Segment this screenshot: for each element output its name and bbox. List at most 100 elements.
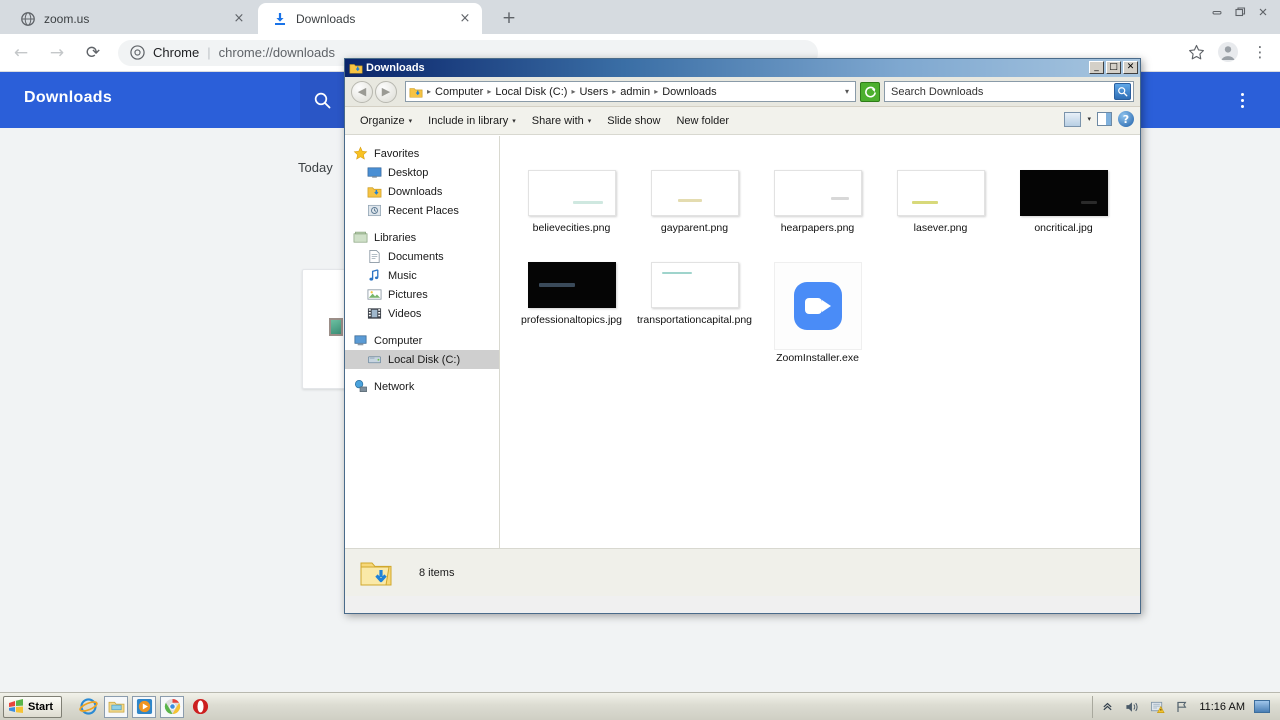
image-thumbnail: [527, 262, 616, 308]
sidebar-item-libraries[interactable]: Libraries: [345, 228, 499, 247]
sidebar-item-pictures[interactable]: Pictures: [345, 285, 499, 304]
chevron-down-icon: ▾: [512, 116, 516, 125]
close-icon[interactable]: ×: [458, 12, 472, 26]
quick-launch-bar: [76, 695, 212, 718]
close-button[interactable]: [1252, 1, 1274, 23]
back-button[interactable]: ◀: [351, 80, 373, 103]
file-item[interactable]: professionaltopics.jpg: [510, 258, 633, 365]
start-button[interactable]: Start: [3, 695, 63, 718]
volume-icon[interactable]: [1124, 699, 1140, 715]
browser-tab-downloads[interactable]: Downloads ×: [258, 3, 482, 34]
restore-button[interactable]: [1229, 1, 1251, 23]
help-icon[interactable]: ?: [1118, 111, 1134, 127]
breadcrumb-separator[interactable]: ▸: [611, 87, 617, 96]
chrome-menu-icon[interactable]: ⋮: [1246, 38, 1274, 66]
sidebar-item-label: Music: [388, 269, 417, 282]
sidebar-item-network[interactable]: Network: [345, 377, 499, 396]
view-layout-icon[interactable]: [1064, 111, 1082, 127]
show-desktop-button[interactable]: [1254, 700, 1270, 713]
show-hidden-icons-button[interactable]: [1099, 699, 1115, 715]
minimize-button[interactable]: _: [1089, 61, 1104, 74]
breadcrumb-computer[interactable]: Computer: [433, 86, 485, 98]
chrome-tab-strip: zoom.us × Downloads × +: [0, 0, 1280, 34]
file-item[interactable]: ZoomInstaller.exe: [756, 258, 879, 365]
search-input[interactable]: Search Downloads: [891, 86, 1114, 98]
file-item[interactable]: oncritical.jpg: [1002, 166, 1125, 258]
file-item[interactable]: lasever.png: [879, 166, 1002, 258]
file-item[interactable]: hearpapers.png: [756, 166, 879, 258]
minimize-button[interactable]: [1206, 1, 1228, 23]
breadcrumb-admin[interactable]: admin: [618, 86, 652, 98]
search-icon[interactable]: [1114, 83, 1131, 100]
chevron-down-icon[interactable]: ▾: [845, 87, 852, 96]
include-in-library-button[interactable]: Include in library ▾: [421, 112, 523, 130]
reload-button[interactable]: ⟳: [78, 38, 108, 68]
file-type-icon: [329, 318, 343, 336]
downloads-folder-icon: [367, 184, 383, 200]
sidebar-item-videos[interactable]: Videos: [345, 304, 499, 323]
explorer-navigation-bar: ◀ ▶ ▸ Computer ▸ Local Disk (C:) ▸ Users…: [345, 77, 1140, 107]
breadcrumb-local-disk[interactable]: Local Disk (C:): [493, 86, 569, 98]
browser-tab-title: zoom.us: [44, 11, 90, 26]
image-thumbnail: [527, 170, 616, 216]
breadcrumb-separator[interactable]: ▸: [653, 87, 659, 96]
hard-disk-icon: [367, 352, 383, 368]
sidebar-item-favorites[interactable]: Favorites: [345, 144, 499, 163]
new-tab-button[interactable]: +: [498, 8, 520, 30]
chevron-down-icon[interactable]: ▾: [1087, 115, 1091, 123]
media-player-icon[interactable]: [132, 695, 157, 718]
breadcrumb-separator[interactable]: ▸: [570, 87, 576, 96]
share-with-button[interactable]: Share with ▾: [525, 112, 599, 130]
network-icon[interactable]: [1174, 699, 1190, 715]
sidebar-item-local-disk-c[interactable]: Local Disk (C:): [345, 350, 499, 369]
sidebar-item-desktop[interactable]: Desktop: [345, 163, 499, 182]
breadcrumb-downloads[interactable]: Downloads: [660, 86, 718, 98]
maximize-button[interactable]: □: [1106, 61, 1121, 74]
explorer-file-list[interactable]: believecities.png gayparent.png hearpape…: [500, 136, 1140, 548]
opera-icon[interactable]: [188, 696, 212, 718]
more-vert-icon[interactable]: [1228, 72, 1256, 128]
action-center-icon[interactable]: [1149, 699, 1165, 715]
globe-icon: [20, 11, 36, 27]
sidebar-item-recent-places[interactable]: Recent Places: [345, 201, 499, 220]
browser-tab-zoom-us[interactable]: zoom.us ×: [6, 3, 256, 34]
search-icon[interactable]: [300, 72, 344, 128]
sidebar-item-documents[interactable]: Documents: [345, 247, 499, 266]
explorer-address-bar[interactable]: ▸ Computer ▸ Local Disk (C:) ▸ Users ▸ a…: [405, 81, 856, 102]
sidebar-item-label: Videos: [388, 307, 422, 320]
breadcrumb-separator[interactable]: ▸: [486, 87, 492, 96]
forward-button[interactable]: ▶: [375, 80, 397, 103]
include-in-library-label: Include in library: [428, 114, 509, 127]
file-name-label: transportationcapital.png: [637, 314, 752, 326]
close-button[interactable]: ✕: [1123, 61, 1138, 74]
internet-explorer-icon[interactable]: [76, 696, 100, 718]
organize-button[interactable]: Organize ▾: [353, 112, 419, 130]
profile-avatar[interactable]: [1214, 38, 1242, 66]
explorer-search-box[interactable]: Search Downloads: [884, 81, 1134, 102]
slide-show-button[interactable]: Slide show: [600, 112, 667, 130]
file-item[interactable]: believecities.png: [510, 166, 633, 258]
sidebar-item-music[interactable]: Music: [345, 266, 499, 285]
breadcrumb-users[interactable]: Users: [577, 86, 610, 98]
file-item[interactable]: gayparent.png: [633, 166, 756, 258]
back-button[interactable]: ←: [6, 38, 36, 68]
bookmark-star-icon[interactable]: [1182, 38, 1210, 66]
new-folder-button[interactable]: New folder: [669, 112, 736, 130]
explorer-body: Favorites Desktop Downloads Recent Place…: [345, 135, 1140, 548]
file-item[interactable]: transportationcapital.png: [633, 258, 756, 365]
preview-pane-icon[interactable]: [1097, 112, 1112, 126]
chrome-icon[interactable]: [160, 695, 185, 718]
sidebar-item-label: Recent Places: [388, 204, 459, 217]
sidebar-item-downloads[interactable]: Downloads: [345, 182, 499, 201]
close-icon[interactable]: ×: [232, 12, 246, 26]
explorer-title-bar[interactable]: Downloads _ □ ✕: [345, 59, 1140, 77]
windows-explorer-icon[interactable]: [104, 695, 129, 718]
image-thumbnail: [650, 170, 739, 216]
file-grid: believecities.png gayparent.png hearpape…: [510, 166, 1140, 365]
clock[interactable]: 11:16 AM: [1199, 701, 1245, 713]
star-icon: [353, 146, 369, 162]
sidebar-item-computer[interactable]: Computer: [345, 331, 499, 350]
refresh-icon[interactable]: [860, 81, 880, 102]
breadcrumb-separator[interactable]: ▸: [426, 87, 432, 96]
forward-button[interactable]: →: [42, 38, 72, 68]
